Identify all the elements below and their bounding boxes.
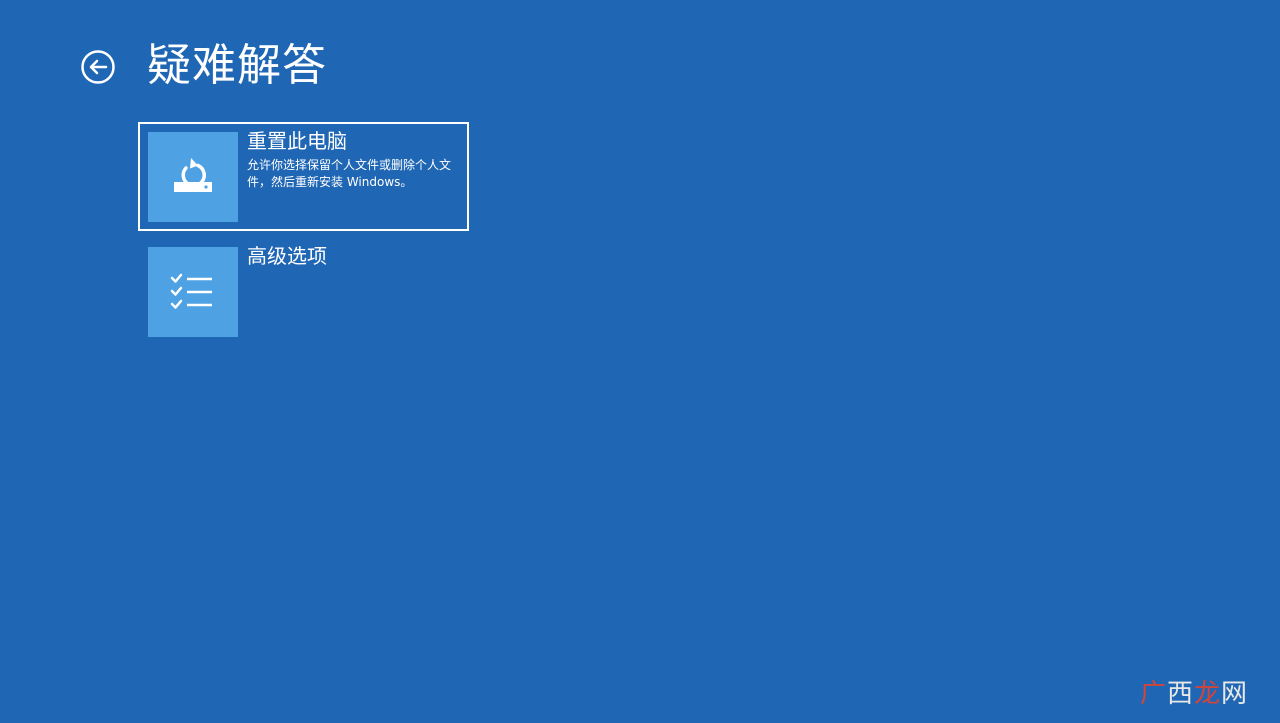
advanced-tile (148, 247, 238, 337)
checklist-icon (170, 273, 212, 309)
option-title: 重置此电脑 (247, 129, 347, 153)
watermark-char: 网 (1220, 679, 1248, 709)
reset-tile (148, 132, 238, 222)
option-title: 高级选项 (247, 244, 327, 268)
watermark: 广西龙网 (1140, 679, 1248, 709)
page-title: 疑难解答 (147, 40, 327, 91)
watermark-char: 西 (1166, 679, 1194, 709)
advanced-options-option[interactable]: 高级选项 (138, 237, 469, 346)
reset-this-pc-option[interactable]: 重置此电脑 允许你选择保留个人文件或删除个人文件，然后重新安装 Windows。 (138, 122, 469, 231)
watermark-char: 广 (1139, 679, 1167, 709)
back-arrow-circle-icon (81, 50, 115, 84)
reset-drive-icon (174, 158, 212, 192)
option-description: 允许你选择保留个人文件或删除个人文件，然后重新安装 Windows。 (247, 158, 452, 189)
back-button[interactable] (80, 49, 116, 85)
watermark-char: 龙 (1193, 679, 1221, 709)
